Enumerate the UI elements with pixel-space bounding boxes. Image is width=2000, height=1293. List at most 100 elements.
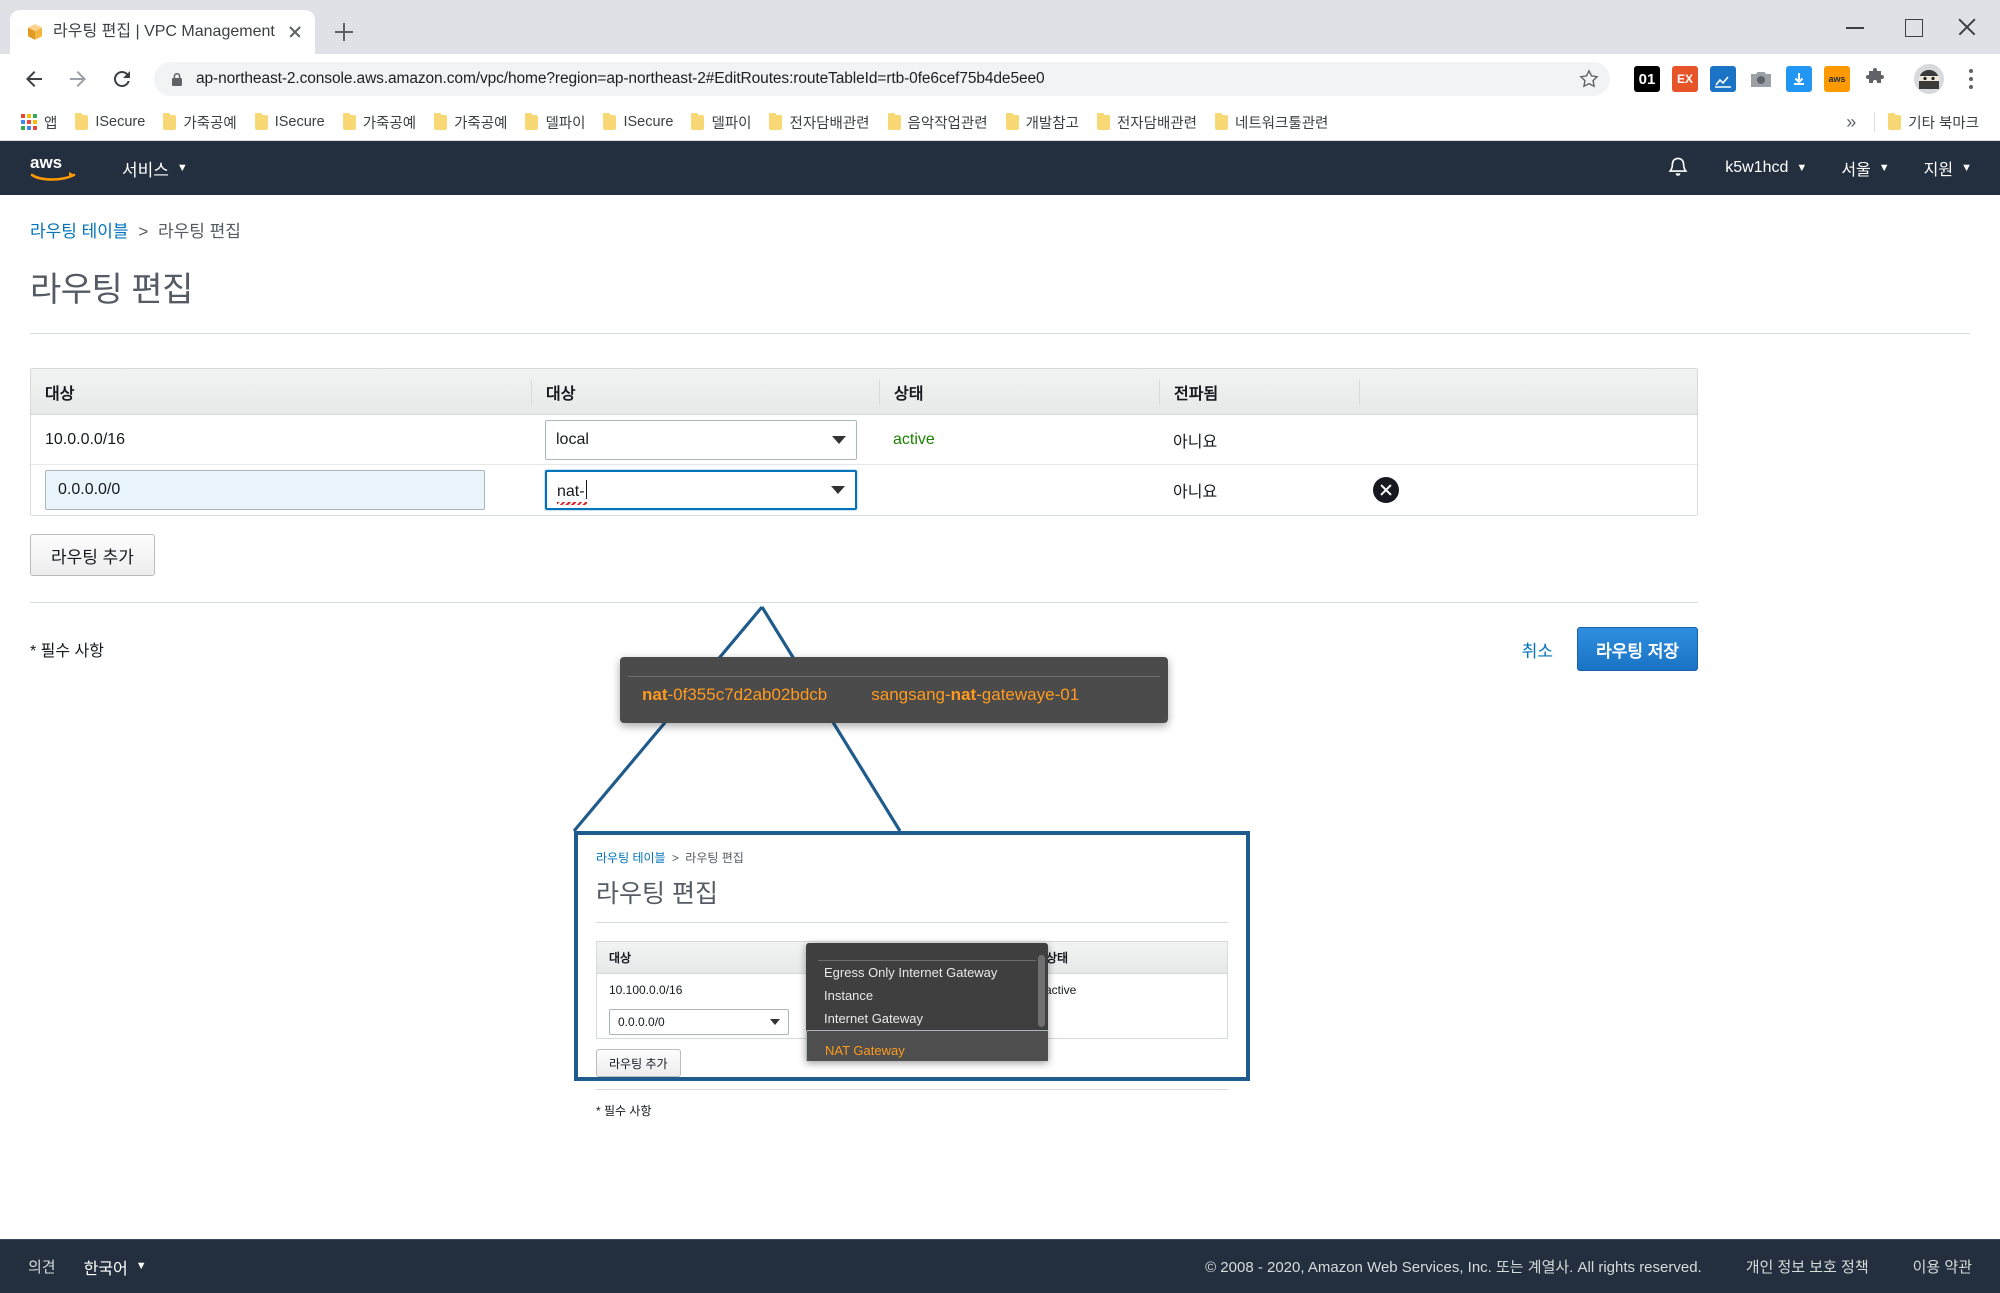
dropdown-option-internet-gateway[interactable]: Internet Gateway	[806, 1007, 1048, 1030]
aws-logo-icon[interactable]: aws	[28, 151, 84, 185]
bookmark-item[interactable]: ISecure	[246, 107, 334, 137]
region-menu[interactable]: 서울 ▼	[1841, 156, 1889, 180]
back-icon[interactable]	[14, 59, 54, 99]
notification-bell-icon[interactable]	[1665, 155, 1691, 181]
autocomplete-option[interactable]: nat-0f355c7d2ab02bdcb sangsang-nat-gatew…	[620, 677, 1168, 715]
other-bookmarks[interactable]: 기타 북마크	[1879, 107, 1988, 137]
cancel-button[interactable]: 취소	[1522, 637, 1553, 662]
destination-input[interactable]: 0.0.0.0/0	[45, 470, 485, 510]
extensions-group: 01 EX aws	[1622, 60, 1900, 98]
remove-route-icon[interactable]	[1373, 477, 1399, 503]
terms-link[interactable]: 이용 약관	[1913, 1256, 1972, 1277]
bookmark-item[interactable]: 음악작업관련	[879, 107, 997, 137]
autocomplete-name-part1: sangsang-	[871, 685, 951, 704]
download-extension-icon[interactable]	[1786, 66, 1812, 92]
browser-window: 라우팅 편집 | VPC Management ap-northeast-2.c…	[0, 0, 2000, 1293]
bookmark-label: ISecure	[95, 114, 146, 130]
folder-icon	[1215, 112, 1228, 130]
services-menu[interactable]: 서비스 ▼	[122, 156, 188, 181]
aws-navbar-right: k5w1hcd ▼ 서울 ▼ 지원 ▼	[1665, 155, 1972, 181]
support-menu[interactable]: 지원 ▼	[1924, 156, 1972, 180]
new-tab-button[interactable]	[327, 15, 361, 49]
url-text: ap-northeast-2.console.aws.amazon.com/vp…	[196, 70, 1045, 87]
maximize-icon[interactable]	[1884, 0, 1942, 54]
table-row: 10.0.0.0/16 local active 아니요	[31, 415, 1697, 465]
aws-extension-icon[interactable]: aws	[1824, 66, 1850, 92]
folder-icon	[691, 112, 705, 130]
forward-icon[interactable]	[58, 59, 98, 99]
chart-extension-icon[interactable]	[1710, 66, 1736, 92]
bookmark-label: 음악작업관련	[907, 115, 988, 132]
bookmark-item[interactable]: 개발참고	[997, 107, 1088, 137]
reload-icon[interactable]	[102, 59, 142, 99]
target-typed-text: nat-	[557, 479, 588, 505]
chrome-menu-icon[interactable]	[1956, 62, 1986, 96]
puzzle-extension-icon[interactable]	[1862, 66, 1888, 92]
breadcrumb-current: 라우팅 편집	[157, 222, 241, 241]
bookmark-label: 가죽공예	[454, 115, 508, 132]
status-badge: active	[893, 430, 935, 448]
apps-shortcut[interactable]: 앱	[12, 107, 66, 137]
camera-extension-icon[interactable]	[1748, 66, 1774, 92]
dropdown-scrollbar[interactable]	[1038, 955, 1045, 1027]
autocomplete-option-id: nat-0f355c7d2ab02bdcb	[642, 685, 827, 705]
browser-toolbar: ap-northeast-2.console.aws.amazon.com/vp…	[0, 54, 2000, 104]
autocomplete-name-part2: nat	[950, 685, 977, 704]
bookmarks-overflow-icon[interactable]: »	[1832, 112, 1870, 133]
chevron-down-icon: ▼	[1878, 161, 1890, 174]
minimize-icon[interactable]	[1826, 0, 1884, 54]
target-select-local[interactable]: local	[545, 419, 857, 460]
apps-grid-icon	[21, 114, 37, 130]
dropdown-option-egress-only-internet-gateway[interactable]: Egress Only Internet Gateway	[806, 961, 1048, 984]
chevron-down-icon	[831, 486, 845, 494]
bookmark-item[interactable]: 네트워크툴관련	[1206, 107, 1337, 137]
callout-breadcrumb-link[interactable]: 라우팅 테이블	[596, 851, 666, 865]
feedback-link[interactable]: 의견	[28, 1256, 56, 1277]
chevron-down-icon	[770, 1019, 780, 1025]
add-route-button[interactable]: 라우팅 추가	[30, 534, 155, 576]
ex-extension-icon[interactable]: EX	[1672, 66, 1698, 92]
bookmark-star-icon[interactable]	[1574, 64, 1604, 94]
folder-icon	[254, 112, 268, 130]
callout-column-destination: 대상	[609, 951, 632, 965]
region-label: 서울	[1841, 162, 1871, 179]
target-autocomplete-dropdown[interactable]: nat-0f355c7d2ab02bdcb sangsang-nat-gatew…	[620, 657, 1168, 723]
bookmark-label: 전자담배관련	[789, 115, 870, 132]
privacy-policy-link[interactable]: 개인 정보 보호 정책	[1746, 1256, 1869, 1277]
callout-inset: 라우팅 테이블 > 라우팅 편집 라우팅 편집 대상 대상 상태 10.100.…	[574, 831, 1250, 1118]
bookmark-item[interactable]: 전자담배관련	[760, 107, 878, 137]
bookmarks-overflow: » 기타 북마크	[1832, 107, 1988, 137]
callout-target-dropdown[interactable]: Egress Only Internet Gateway Instance In…	[806, 943, 1048, 1061]
breadcrumb-parent-link[interactable]: 라우팅 테이블	[30, 222, 129, 241]
callout-dropdown-divider	[818, 949, 1036, 961]
profile-avatar[interactable]	[1914, 64, 1944, 94]
01-extension-icon[interactable]: 01	[1634, 66, 1660, 92]
bookmark-item[interactable]: 가죽공예	[154, 107, 245, 137]
address-bar[interactable]: ap-northeast-2.console.aws.amazon.com/vp…	[154, 62, 1610, 96]
folder-icon	[887, 112, 901, 130]
autocomplete-divider	[628, 663, 1160, 677]
language-label: 한국어	[83, 1260, 128, 1278]
callout-add-route-button[interactable]: 라우팅 추가	[596, 1049, 681, 1077]
browser-tab[interactable]: 라우팅 편집 | VPC Management	[10, 10, 315, 54]
dropdown-option-instance[interactable]: Instance	[806, 984, 1048, 1007]
bookmark-item[interactable]: 전자담배관련	[1088, 107, 1206, 137]
target-combobox[interactable]: nat-	[545, 470, 857, 510]
bookmark-item[interactable]: ISecure	[594, 107, 682, 137]
bookmark-item[interactable]: 델파이	[682, 107, 760, 137]
window-close-icon[interactable]	[1942, 0, 2000, 54]
language-menu[interactable]: 한국어 ▼	[84, 1255, 147, 1279]
services-label: 서비스	[122, 160, 169, 180]
close-icon[interactable]	[285, 22, 305, 42]
bookmark-label: 개발참고	[1025, 115, 1079, 132]
bookmark-item[interactable]: 델파이	[516, 107, 594, 137]
dropdown-option-nat-gateway[interactable]: NAT Gateway	[806, 1030, 1048, 1061]
callout-destination-select[interactable]: 0.0.0.0/0	[609, 1009, 789, 1035]
routes-table: 대상 대상 상태 전파됨 10.0.0.0/16 local active 아니…	[30, 368, 1698, 516]
save-routes-button[interactable]: 라우팅 저장	[1577, 627, 1698, 671]
bookmark-item[interactable]: 가죽공예	[334, 107, 425, 137]
spellcheck-underline	[557, 501, 587, 505]
bookmark-item[interactable]: ISecure	[66, 107, 154, 137]
bookmark-item[interactable]: 가죽공예	[425, 107, 516, 137]
account-menu[interactable]: k5w1hcd ▼	[1725, 159, 1807, 177]
